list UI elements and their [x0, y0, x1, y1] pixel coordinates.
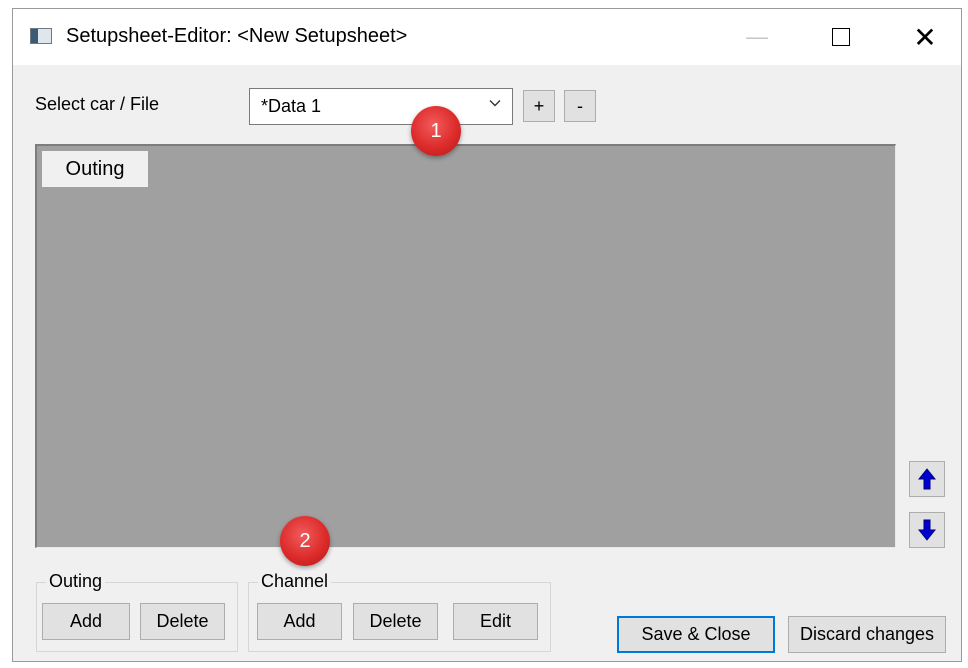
add-file-button[interactable]: + [523, 90, 555, 122]
move-up-button[interactable] [909, 461, 945, 497]
tab-outing[interactable]: Outing [41, 150, 149, 188]
close-button[interactable]: ✕ [897, 9, 953, 65]
discard-changes-button[interactable]: Discard changes [788, 616, 946, 653]
setupsheet-editor-window: Setupsheet-Editor: <New Setupsheet> — ✕ … [12, 8, 962, 662]
select-car-label: Select car / File [35, 94, 160, 114]
channel-delete-button[interactable]: Delete [353, 603, 438, 640]
channel-edit-button[interactable]: Edit [453, 603, 538, 640]
channel-add-button[interactable]: Add [257, 603, 342, 640]
remove-file-button[interactable]: - [564, 90, 596, 122]
app-icon [30, 28, 52, 44]
channel-group-title: Channel [258, 571, 332, 592]
annotation-badge-1: 1 [411, 106, 461, 156]
annotation-badge-2: 2 [280, 516, 330, 566]
arrow-up-icon [918, 468, 936, 490]
title-bar[interactable]: Setupsheet-Editor: <New Setupsheet> — ✕ [13, 9, 961, 65]
outing-add-button[interactable]: Add [42, 603, 130, 640]
outing-group-title: Outing [46, 571, 106, 592]
maximize-icon [832, 28, 850, 46]
car-file-dropdown[interactable]: *Data 1 [249, 88, 513, 125]
outing-delete-button[interactable]: Delete [140, 603, 225, 640]
selected-file-value: *Data 1 [261, 96, 322, 116]
save-close-button[interactable]: Save & Close [617, 616, 775, 653]
window-title: Setupsheet-Editor: <New Setupsheet> [66, 25, 408, 47]
setupsheet-grid-panel[interactable]: Outing [35, 144, 896, 548]
arrow-down-icon [918, 519, 936, 541]
chevron-down-icon [489, 100, 501, 107]
move-down-button[interactable] [909, 512, 945, 548]
maximize-button[interactable] [813, 9, 869, 65]
minimize-button[interactable]: — [729, 9, 785, 65]
